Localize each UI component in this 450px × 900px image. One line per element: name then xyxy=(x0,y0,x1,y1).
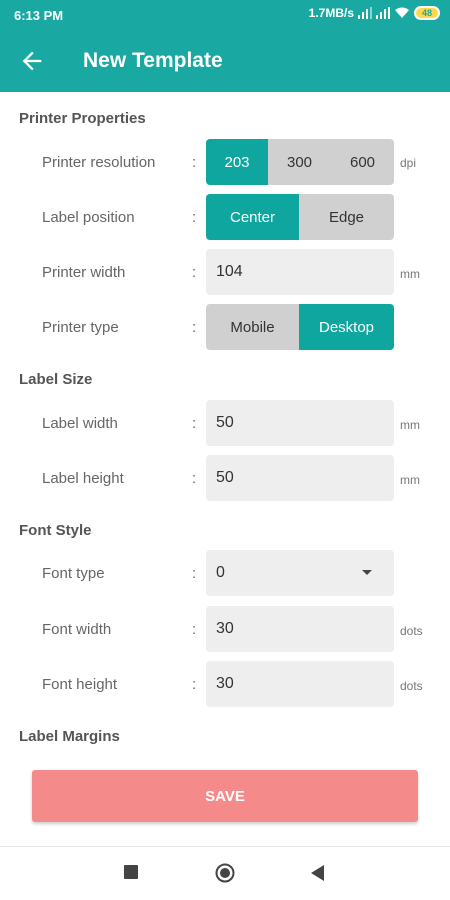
font-height-unit: dots xyxy=(400,679,423,693)
save-button[interactable]: SAVE xyxy=(32,770,418,822)
back-icon[interactable] xyxy=(311,865,325,881)
colon: : xyxy=(192,154,197,171)
label-height-unit: mm xyxy=(400,473,420,487)
resolution-unit: dpi xyxy=(400,156,417,170)
position-option-edge[interactable]: Edge xyxy=(299,194,394,240)
label-height-label: Label height xyxy=(42,470,124,487)
font-height-label: Font height xyxy=(42,676,118,693)
signal-icon xyxy=(358,7,372,19)
section-font-style: Font Style xyxy=(19,522,92,539)
resolution-option-600[interactable]: 600 xyxy=(331,139,394,185)
colon: : xyxy=(192,319,197,336)
status-bar: 6:13 PM 1.7MB/s 48 xyxy=(0,0,450,30)
page-title: New Template xyxy=(83,49,223,72)
recent-apps-icon[interactable] xyxy=(124,865,138,879)
wifi-icon xyxy=(395,7,409,18)
home-icon[interactable] xyxy=(215,863,235,883)
colon: : xyxy=(192,264,197,281)
status-icons: 1.7MB/s 48 xyxy=(309,6,440,20)
colon: : xyxy=(192,470,197,487)
printer-width-input[interactable]: 104 xyxy=(206,249,394,295)
font-width-unit: dots xyxy=(400,624,423,638)
colon: : xyxy=(192,676,197,693)
printer-type-label: Printer type xyxy=(42,319,119,336)
label-width-unit: mm xyxy=(400,418,420,432)
type-option-mobile[interactable]: Mobile xyxy=(206,304,299,350)
app-bar: New Template xyxy=(0,30,450,92)
label-position-label: Label position xyxy=(42,209,135,226)
colon: : xyxy=(192,415,197,432)
label-height-input[interactable]: 50 xyxy=(206,455,394,501)
printer-width-unit: mm xyxy=(400,267,420,281)
arrow-left-icon[interactable] xyxy=(18,47,46,75)
font-type-dropdown[interactable]: 0 xyxy=(206,550,394,596)
printer-type-selector: Mobile Desktop xyxy=(206,304,394,350)
font-type-value: 0 xyxy=(216,564,225,581)
printer-width-label: Printer width xyxy=(42,264,126,281)
colon: : xyxy=(192,621,197,638)
font-type-label: Font type xyxy=(42,565,105,582)
section-label-size: Label Size xyxy=(19,371,93,388)
section-printer-properties: Printer Properties xyxy=(19,110,146,127)
system-nav-bar xyxy=(0,846,450,900)
font-width-label: Font width xyxy=(42,621,112,638)
font-height-input[interactable]: 30 xyxy=(206,661,394,707)
printer-resolution-label: Printer resolution xyxy=(42,154,156,171)
label-position-selector: Center Edge xyxy=(206,194,394,240)
battery-icon: 48 xyxy=(414,6,440,20)
font-width-input[interactable]: 30 xyxy=(206,606,394,652)
status-time: 6:13 PM xyxy=(14,8,64,23)
chevron-down-icon xyxy=(362,570,372,575)
resolution-option-300[interactable]: 300 xyxy=(268,139,331,185)
position-option-center[interactable]: Center xyxy=(206,194,299,240)
colon: : xyxy=(192,565,197,582)
colon: : xyxy=(192,209,197,226)
section-label-margins: Label Margins xyxy=(19,728,120,745)
label-width-input[interactable]: 50 xyxy=(206,400,394,446)
type-option-desktop[interactable]: Desktop xyxy=(299,304,394,350)
resolution-option-203[interactable]: 203 xyxy=(206,139,268,185)
printer-resolution-selector: 203 300 600 xyxy=(206,139,394,185)
network-speed: 1.7MB/s xyxy=(308,6,354,20)
label-width-label: Label width xyxy=(42,415,118,432)
signal-icon xyxy=(376,7,390,19)
